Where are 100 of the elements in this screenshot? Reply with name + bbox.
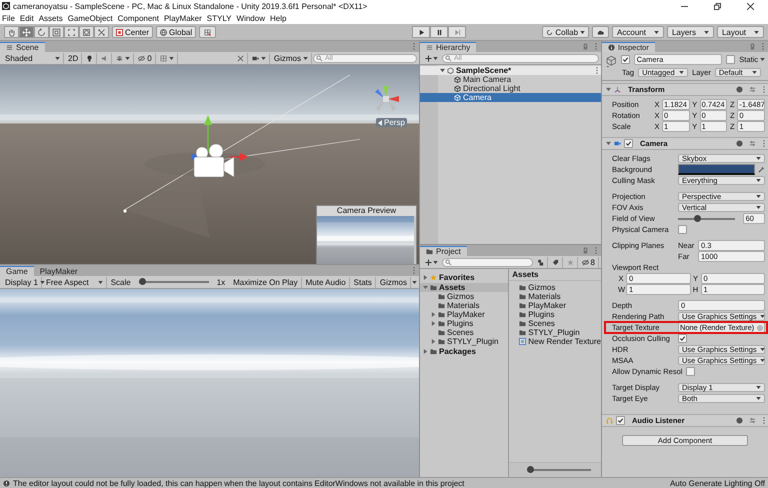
play-button[interactable] xyxy=(412,26,430,38)
tree-item[interactable]: PlayMaker xyxy=(420,310,508,319)
caret-icon xyxy=(754,30,759,34)
lock-icon[interactable] xyxy=(749,43,756,50)
checkbox[interactable] xyxy=(726,55,736,64)
hidden-objects-toggle[interactable]: 0 xyxy=(135,52,156,64)
menu-item[interactable]: Window xyxy=(236,14,265,22)
hierarchy-tab[interactable]: Hierarchy xyxy=(420,42,476,52)
checkbox[interactable] xyxy=(686,367,696,376)
hidden-packages-toggle[interactable]: 8 xyxy=(578,256,599,268)
color-swatch[interactable] xyxy=(678,164,755,175)
asset-item[interactable]: Gizmos xyxy=(519,283,601,292)
gizmos-dropdown[interactable]: Gizmos xyxy=(270,52,312,64)
tool-button[interactable] xyxy=(4,26,19,38)
panel-tab[interactable]: Game xyxy=(0,266,34,276)
menu-item[interactable]: STYLY xyxy=(206,14,232,22)
scale-icon xyxy=(52,28,61,36)
checkbox[interactable] xyxy=(620,55,630,64)
tree-item[interactable]: Assets xyxy=(420,283,508,292)
maximize-icon[interactable] xyxy=(714,2,721,10)
caret-icon xyxy=(40,280,45,284)
display-dropdown[interactable]: Display 1 xyxy=(2,276,42,288)
asset-item[interactable]: Scenes xyxy=(519,319,601,328)
layout-dropdown[interactable]: Layout xyxy=(716,26,764,38)
preset-icon[interactable] xyxy=(749,86,756,93)
hierarchy-item[interactable]: Directional Light xyxy=(420,84,601,93)
asset-item[interactable]: New Render Texture xyxy=(519,337,601,346)
transform-icon xyxy=(82,28,91,36)
cloud-button[interactable] xyxy=(592,26,610,38)
slider-thumb[interactable] xyxy=(138,278,146,285)
tree-item[interactable]: STYLY_Plugin xyxy=(420,337,508,346)
search-field[interactable] xyxy=(442,258,533,266)
toolbar-toggle[interactable]: Gizmos xyxy=(376,276,411,288)
tree-item[interactable]: Plugins xyxy=(420,319,508,328)
tool-button[interactable] xyxy=(19,26,34,38)
checkbox[interactable] xyxy=(678,225,687,234)
checkbox[interactable] xyxy=(624,139,633,148)
menu-item[interactable]: File xyxy=(2,14,15,22)
account-dropdown[interactable]: Account xyxy=(612,26,664,38)
hierarchy-item[interactable]: Main Camera xyxy=(420,75,601,84)
item-label: Directional Light xyxy=(463,84,520,93)
tool-button[interactable] xyxy=(49,26,64,38)
hierarchy-item[interactable]: Camera xyxy=(420,93,601,102)
pivot-icon xyxy=(116,28,123,36)
lock-icon[interactable] xyxy=(582,247,589,254)
menu-item[interactable]: Assets xyxy=(38,14,63,22)
caret-icon xyxy=(580,30,586,34)
preset-icon[interactable] xyxy=(749,140,756,147)
asset-item[interactable]: PlayMaker xyxy=(519,301,601,310)
checkbox[interactable] xyxy=(616,416,625,425)
panel-tab[interactable]: PlayMaker xyxy=(34,266,84,276)
caret-icon xyxy=(760,58,765,61)
toolbar-toggle[interactable]: Maximize On Play xyxy=(230,276,302,288)
menu-item[interactable]: GameObject xyxy=(68,14,113,22)
tool-button[interactable] xyxy=(34,26,49,38)
space-button[interactable]: Global xyxy=(156,26,196,38)
project-tab[interactable]: Project xyxy=(420,246,467,256)
aspect-dropdown[interactable]: Free Aspect xyxy=(43,276,107,288)
close-icon[interactable] xyxy=(747,2,754,10)
pivot-button[interactable]: Center xyxy=(112,26,154,38)
tool-button[interactable] xyxy=(64,26,79,38)
tree-item[interactable]: Packages xyxy=(420,347,508,356)
asset-item[interactable]: Plugins xyxy=(519,310,601,319)
tool-button[interactable] xyxy=(94,26,109,38)
scene-row[interactable]: SampleScene* xyxy=(420,66,601,75)
menu-item[interactable]: Edit xyxy=(20,14,34,22)
shading-dropdown[interactable]: Shaded xyxy=(2,52,64,64)
scene-tab[interactable]: Scene xyxy=(0,42,45,52)
menu-item[interactable]: Component xyxy=(118,14,159,22)
camera-icon xyxy=(252,54,259,62)
fold-arrow-icon xyxy=(606,87,611,92)
hidden-eye-icon xyxy=(582,258,589,266)
asset-item[interactable]: Materials xyxy=(519,292,601,301)
asset-item[interactable]: STYLY_Plugin xyxy=(519,328,601,337)
snap-button[interactable] xyxy=(199,26,216,38)
caret-icon[interactable] xyxy=(412,280,417,284)
tree-item[interactable]: Materials xyxy=(420,301,508,310)
layers-dropdown[interactable]: Layers xyxy=(666,26,714,38)
tree-item[interactable]: Scenes xyxy=(420,328,508,337)
toolbar-toggle[interactable]: Stats xyxy=(350,276,376,288)
target-icon[interactable] xyxy=(757,324,763,330)
tools-icon xyxy=(97,28,106,36)
tree-item[interactable]: Gizmos xyxy=(420,292,508,301)
tool-button[interactable] xyxy=(79,26,94,38)
2d-toggle[interactable]: 2D xyxy=(65,52,82,64)
tree-item[interactable]: Favorites xyxy=(420,273,508,282)
slider-thumb[interactable] xyxy=(527,466,534,473)
tag-icon xyxy=(552,258,559,266)
preset-icon[interactable] xyxy=(749,417,756,424)
lighting-status: Auto Generate Lighting Off xyxy=(670,478,765,488)
warning-icon xyxy=(3,480,10,486)
lock-icon[interactable] xyxy=(582,43,589,50)
pause-button[interactable] xyxy=(430,26,448,38)
collab-button[interactable]: Collab xyxy=(542,26,590,38)
eyedropper-icon[interactable] xyxy=(758,166,765,173)
menu-item[interactable]: PlayMaker xyxy=(164,14,202,22)
slider-thumb[interactable] xyxy=(694,214,701,222)
checkbox[interactable] xyxy=(678,334,687,343)
menu-item[interactable]: Help xyxy=(270,14,286,22)
toolbar-toggle[interactable]: Mute Audio xyxy=(302,276,350,288)
